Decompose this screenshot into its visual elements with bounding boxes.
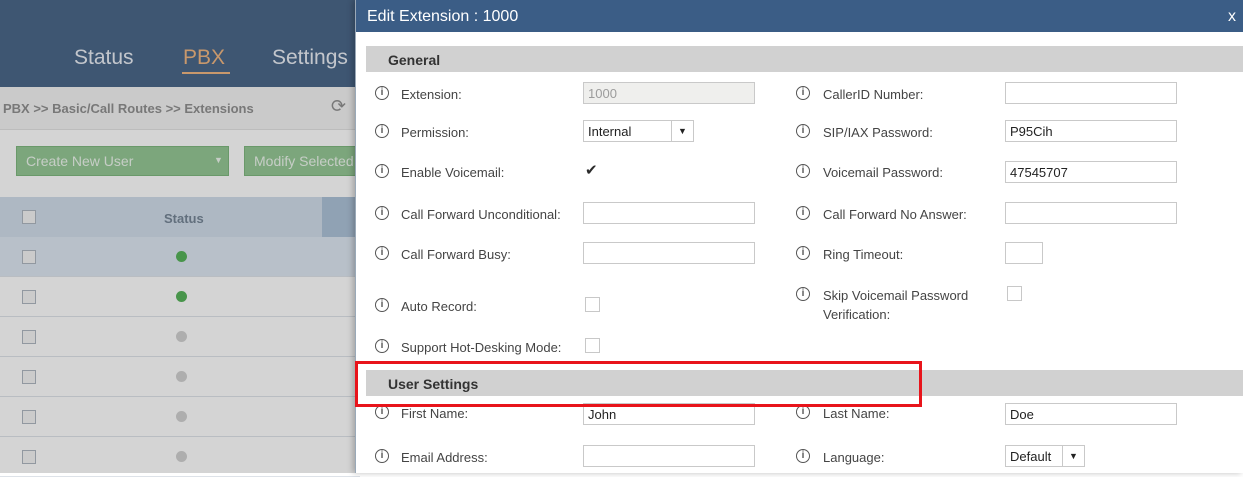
skip-vm-password-checkbox[interactable] [1007, 286, 1022, 301]
info-icon[interactable]: i [375, 449, 389, 463]
auto-record-checkbox[interactable] [585, 297, 600, 312]
chevron-down-icon: ▼ [1062, 446, 1084, 466]
extension-label: Extension: [401, 87, 462, 102]
info-icon[interactable]: i [796, 287, 810, 301]
callerid-number-input[interactable] [1005, 82, 1177, 104]
info-icon[interactable]: i [796, 405, 810, 419]
info-icon[interactable]: i [796, 164, 810, 178]
modal-overlay [0, 0, 360, 473]
hot-desking-checkbox[interactable] [585, 338, 600, 353]
enable-voicemail-label: Enable Voicemail: [401, 165, 505, 180]
hot-desking-label: Support Hot-Desking Mode: [401, 340, 562, 355]
cf-busy-input[interactable] [583, 242, 755, 264]
info-icon[interactable]: i [796, 86, 810, 100]
info-icon[interactable]: i [375, 405, 389, 419]
info-icon[interactable]: i [796, 206, 810, 220]
chevron-down-icon: ▼ [671, 121, 693, 141]
permission-value: Internal [588, 124, 632, 139]
close-button[interactable]: x [1228, 8, 1236, 26]
section-general: General [366, 46, 1243, 72]
info-icon[interactable]: i [375, 124, 389, 138]
ring-timeout-input[interactable] [1005, 242, 1043, 264]
sip-iax-password-input[interactable]: P95Cih [1005, 120, 1177, 142]
email-label: Email Address: [401, 450, 488, 465]
first-name-label: First Name: [401, 406, 469, 421]
dialog-titlebar: Edit Extension : 1000 x [356, 0, 1243, 32]
info-icon[interactable]: i [375, 246, 389, 260]
cf-busy-label: Call Forward Busy: [401, 247, 511, 262]
sip-iax-password-label: SIP/IAX Password: [823, 125, 933, 140]
section-general-title: General [388, 52, 441, 68]
dialog-title: Edit Extension : 1000 [367, 8, 519, 25]
cf-unconditional-input[interactable] [583, 202, 755, 224]
extension-input[interactable]: 1000 [583, 82, 755, 104]
info-icon[interactable]: i [375, 86, 389, 100]
info-icon[interactable]: i [375, 206, 389, 220]
language-value: Default [1010, 449, 1052, 464]
language-select[interactable]: Default ▼ [1005, 445, 1085, 467]
ring-timeout-label: Ring Timeout: [823, 247, 904, 262]
last-name-input[interactable]: Doe [1005, 403, 1177, 425]
info-icon[interactable]: i [375, 164, 389, 178]
info-icon[interactable]: i [796, 246, 810, 260]
cf-no-answer-label: Call Forward No Answer: [823, 207, 967, 222]
cf-no-answer-input[interactable] [1005, 202, 1177, 224]
voicemail-password-input[interactable]: 47545707 [1005, 161, 1177, 183]
permission-label: Permission: [401, 125, 469, 140]
voicemail-password-label: Voicemail Password: [823, 165, 943, 180]
language-label: Language: [823, 450, 885, 465]
info-icon[interactable]: i [375, 298, 389, 312]
info-icon[interactable]: i [375, 339, 389, 353]
last-name-label: Last Name: [823, 406, 890, 421]
cf-unconditional-label: Call Forward Unconditional: [401, 207, 561, 222]
auto-record-label: Auto Record: [401, 299, 477, 314]
info-icon[interactable]: i [796, 449, 810, 463]
email-input[interactable] [583, 445, 755, 467]
permission-select[interactable]: Internal ▼ [583, 120, 694, 142]
enable-voicemail-checkbox[interactable]: ✔ [585, 161, 598, 179]
skip-vm-password-label-line1: Skip Voicemail Password [823, 288, 969, 303]
highlight-box [355, 361, 922, 407]
callerid-number-label: CallerID Number: [823, 87, 924, 102]
info-icon[interactable]: i [796, 124, 810, 138]
skip-vm-password-label-line2: Verification: [823, 307, 891, 322]
